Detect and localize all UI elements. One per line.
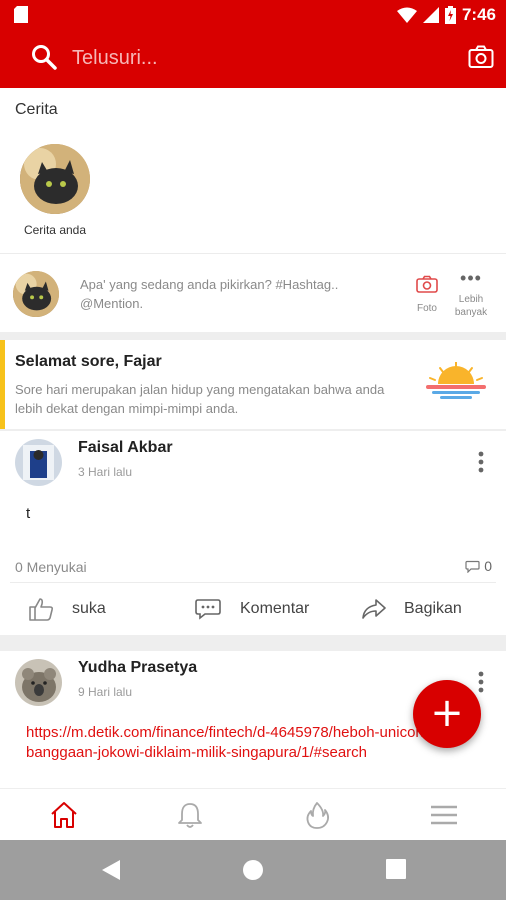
story-item-yours[interactable]: Cerita anda [20,144,90,237]
post-link[interactable]: https://m.detik.com/finance/fintech/d-46… [26,723,456,763]
greeting-text: Sore hari merupakan jalan hidup yang men… [15,382,385,416]
author-name[interactable]: Yudha Prasetya [78,659,197,677]
comment-icon [195,599,221,620]
home-circle-icon[interactable] [242,859,264,881]
status-bar: 7:46 [0,0,506,30]
system-navigation-bar [0,840,506,900]
plus-icon: + [430,690,464,736]
feed-post: Faisal Akbar 3 Hari lalu t 0 Menyukai 0 … [0,431,506,635]
sunset-icon [426,362,486,399]
section-divider [0,635,506,651]
share-label: Bagikan [404,600,462,617]
more-options-label: Lebih banyak [454,294,488,318]
share-icon [362,599,386,619]
stories-title: Cerita [15,101,58,118]
author-avatar[interactable] [15,659,62,706]
back-icon[interactable] [100,859,122,881]
post-time: 9 Hari lalu [78,685,133,699]
camera-icon[interactable] [468,45,494,69]
thumbs-up-icon [29,598,54,621]
comment-count-value: 0 [484,558,492,574]
composer-input[interactable]: Apa' yang sedang anda pikirkan? #Hashtag… [80,275,400,313]
fire-icon[interactable] [302,801,332,829]
recents-icon[interactable] [386,859,406,879]
more-options-button[interactable]: ••• Lebih banyak [447,268,495,319]
post-time: 3 Hari lalu [78,465,133,479]
greeting-title: Selamat sore, Fajar [15,353,162,370]
like-count[interactable]: 0 Menyukai [15,559,87,575]
more-dots-icon: ••• [460,268,482,288]
post-content: t [26,505,31,522]
sim-card-icon [14,6,28,23]
battery-icon [444,6,456,24]
bottom-navigation [0,788,506,840]
menu-icon[interactable] [429,801,459,829]
story-avatar [20,144,90,214]
search-icon[interactable] [31,44,57,70]
comment-count[interactable]: 0 [465,558,492,574]
author-name[interactable]: Faisal Akbar [78,439,173,457]
post-divider [10,582,496,583]
comment-bubble-icon [465,560,480,573]
share-button[interactable]: Bagikan [362,594,462,624]
author-avatar[interactable] [15,439,62,486]
create-post-button[interactable]: + [413,680,481,748]
stories-section: Cerita Cerita anda [0,88,506,254]
greeting-accent-bar [0,340,5,429]
comment-label: Komentar [240,600,310,617]
signal-icon [422,7,439,23]
app-bar: Telusuri... [0,30,506,88]
clock: 7:46 [461,5,496,24]
greeting-card: Selamat sore, Fajar Sore hari merupakan … [0,340,506,429]
story-label: Cerita anda [23,223,87,237]
post-composer: Apa' yang sedang anda pikirkan? #Hashtag… [0,255,506,332]
like-button[interactable]: suka [28,594,106,624]
add-photo-label: Foto [416,303,437,314]
bell-icon[interactable] [175,801,205,829]
wifi-icon [396,7,417,23]
like-label: suka [72,600,106,617]
home-icon[interactable] [49,801,79,829]
search-input[interactable]: Telusuri... [72,42,432,74]
user-avatar [13,271,59,317]
status-icons: 7:46 [396,4,496,26]
add-photo-button[interactable]: Foto [412,275,442,314]
camera-icon [416,275,438,293]
more-vertical-icon[interactable] [478,451,484,473]
section-divider [0,332,506,340]
comment-button[interactable]: Komentar [194,594,309,624]
